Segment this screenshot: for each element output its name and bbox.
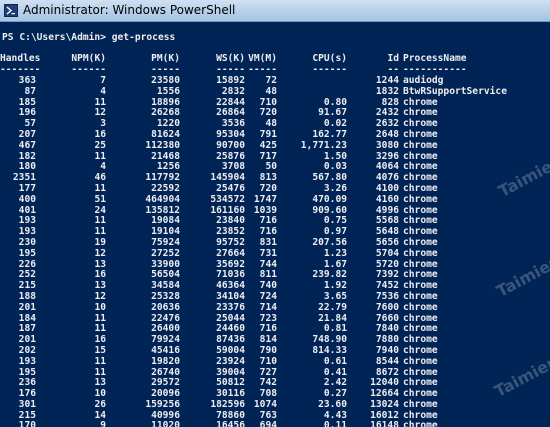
table-row: 195 12 27252 27664 731 1.23 5704 chrome <box>0 247 550 260</box>
cell-ws: 90700 <box>216 139 245 151</box>
cell-npm: 7 <box>100 74 106 86</box>
cell-cpu: 22.79 <box>318 301 347 313</box>
cell-process-name: chrome <box>403 139 438 151</box>
cell-ws: 27664 <box>216 247 245 259</box>
cell-vm: 425 <box>259 139 277 151</box>
cell-process-name: chrome <box>403 355 438 367</box>
cell-npm: 9 <box>100 420 106 427</box>
command-prompt: PS C:\Users\Admin> get-process <box>2 31 176 43</box>
cell-handles: 201 <box>18 301 36 313</box>
table-row: 400 51 464904 534572 1747 470.09 4160 chrome <box>0 193 550 206</box>
cell-process-name: chrome <box>403 247 438 259</box>
cell-npm: 11 <box>94 150 106 162</box>
cell-pm: 27252 <box>151 247 180 259</box>
cell-handles: 170 <box>18 420 36 427</box>
process-table: 363 7 23580 15892 72 1244 audiodg 87 4 1556 2832 48… <box>0 74 550 427</box>
cell-vm: 694 <box>259 420 277 427</box>
cell-pm: 112380 <box>145 139 180 151</box>
cell-ws: 23924 <box>216 355 245 367</box>
table-row: 170 9 11020 16456 694 0.11 16148 chrome <box>0 421 550 427</box>
cell-npm: 10 <box>94 301 106 313</box>
cell-process-name: chrome <box>403 420 438 427</box>
cell-ws: 23376 <box>216 301 245 313</box>
cell-handles: 87 <box>24 85 36 97</box>
cell-pm: 464904 <box>145 193 180 205</box>
cell-npm: 11 <box>94 355 106 367</box>
cell-ws: 16456 <box>216 420 245 427</box>
cell-id: 3080 <box>375 139 399 151</box>
cell-npm: 25 <box>94 139 106 151</box>
cell-handles: 467 <box>18 139 36 151</box>
cell-handles: 400 <box>18 193 36 205</box>
cell-process-name: chrome <box>403 193 438 205</box>
cell-id: 8544 <box>375 355 399 367</box>
cell-pm: 11020 <box>151 420 180 427</box>
cell-id: 4160 <box>375 193 399 205</box>
powershell-window: Administrator: Windows PowerShell PS C:\… <box>0 0 550 427</box>
cell-id: 5704 <box>375 247 399 259</box>
cell-npm: 4 <box>100 85 106 97</box>
cell-process-name: BtwRSupportService <box>403 85 507 97</box>
table-row: 467 25 112380 90700 425 1,771.23 3080 chrome <box>0 139 550 152</box>
cell-cpu: 470.09 <box>312 193 347 205</box>
cell-id: 16148 <box>370 420 399 427</box>
cell-cpu: 1.23 <box>323 247 347 259</box>
cell-npm: 12 <box>94 247 106 259</box>
cell-process-name: chrome <box>403 301 438 313</box>
cell-vm: 1747 <box>253 193 277 205</box>
cell-handles: 193 <box>18 355 36 367</box>
console-output[interactable]: PS C:\Users\Admin> get-process Handles N… <box>0 22 550 427</box>
cell-id: 1832 <box>375 85 399 97</box>
cell-pm: 1556 <box>156 85 180 97</box>
cell-npm: 12 <box>94 107 106 119</box>
cell-ws: 534572 <box>210 193 245 205</box>
powershell-icon[interactable] <box>4 4 18 17</box>
cell-id: 7600 <box>375 301 399 313</box>
table-row: 193 11 19820 23924 710 0.61 8544 chrome <box>0 355 550 368</box>
cell-npm: 51 <box>94 193 106 205</box>
cell-npm: 14 <box>94 409 106 421</box>
separator-npm: ------ <box>71 64 106 76</box>
window-title: Administrator: Windows PowerShell <box>23 3 236 17</box>
cell-vm: 48 <box>265 85 277 97</box>
cell-cpu: 1,771.23 <box>300 139 347 151</box>
cell-cpu: 0.11 <box>323 420 347 427</box>
cell-ws: 2832 <box>221 85 245 97</box>
separator-cpu: ------ <box>312 64 347 76</box>
cell-handles: 195 <box>18 247 36 259</box>
cell-cpu: 0.61 <box>323 355 347 367</box>
cell-pm: 20636 <box>151 301 180 313</box>
cell-vm: 731 <box>259 247 277 259</box>
cell-vm: 714 <box>259 301 277 313</box>
table-row: 87 4 1556 2832 48 1832 BtwRSupportService <box>0 85 550 98</box>
title-bar[interactable]: Administrator: Windows PowerShell <box>0 0 550 22</box>
table-row: 201 10 20636 23376 714 22.79 7600 chrome <box>0 301 550 314</box>
cell-vm: 710 <box>259 355 277 367</box>
cell-pm: 19820 <box>151 355 180 367</box>
